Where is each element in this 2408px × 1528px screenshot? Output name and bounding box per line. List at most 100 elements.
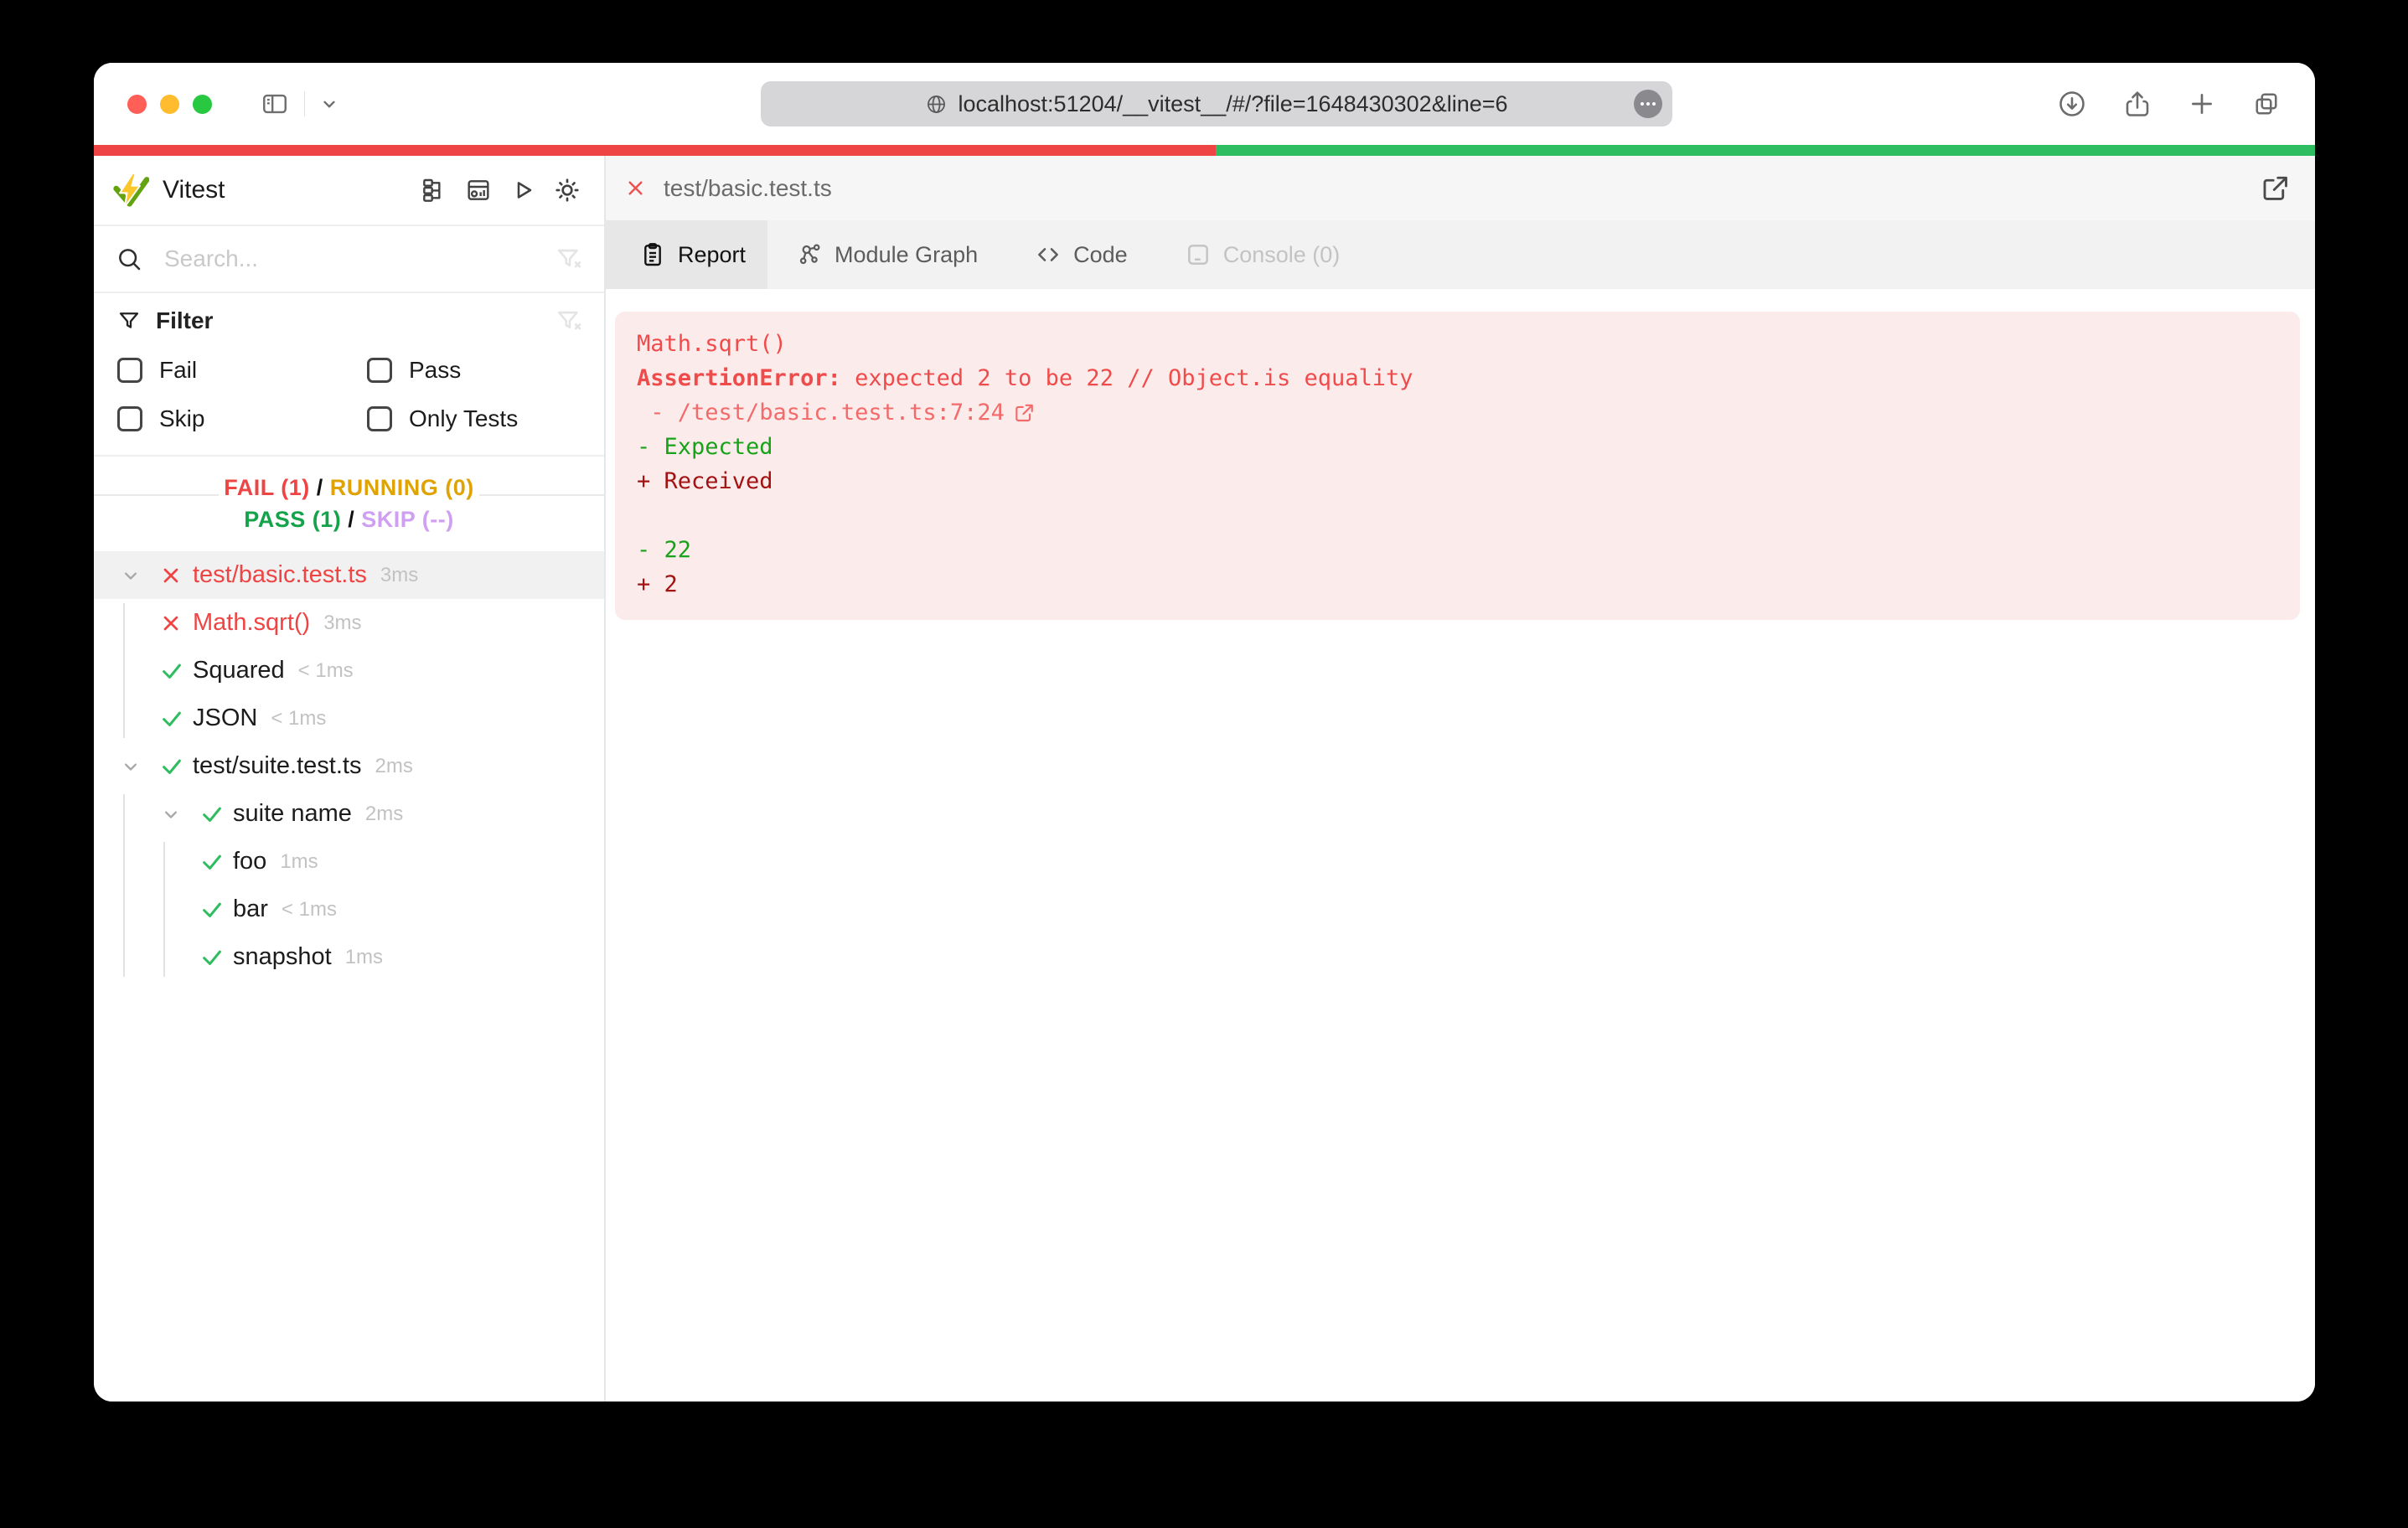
running-count: RUNNING (0) — [329, 474, 474, 500]
stack-trace-line[interactable]: - /test/basic.test.ts:7:24 — [637, 395, 2278, 430]
tab-report[interactable]: Report — [606, 220, 768, 289]
diff-line: - Expected — [637, 434, 773, 460]
diff-line: + Received — [637, 468, 773, 494]
fail-x-icon — [159, 564, 184, 587]
console-icon — [1185, 241, 1212, 268]
checkbox-icon[interactable] — [117, 358, 142, 383]
tab-label: Console (0) — [1222, 241, 1341, 267]
titlebar-divider — [304, 91, 305, 116]
test-duration: < 1ms — [271, 706, 327, 730]
tree-row-math-sqrt[interactable]: Math.sqrt() 3ms — [94, 599, 604, 647]
expand-chevron-icon[interactable] — [119, 564, 159, 587]
checkbox-icon[interactable] — [367, 406, 392, 431]
pass-check-icon — [199, 849, 225, 875]
tree-row-test-suite-test-ts[interactable]: test/suite.test.ts 2ms — [94, 742, 604, 790]
zoom-window-button[interactable] — [193, 94, 212, 114]
address-bar[interactable]: localhost:51204/__vitest__/#/?file=16484… — [761, 81, 1672, 126]
expand-chevron-icon[interactable] — [159, 803, 199, 826]
filter-icon — [117, 309, 141, 333]
expand-chevron-icon[interactable] — [119, 755, 159, 778]
fail-x-icon — [159, 612, 184, 635]
page-settings-icon[interactable] — [1634, 90, 1662, 118]
new-tab-icon[interactable] — [2188, 90, 2216, 118]
checkbox-icon[interactable] — [117, 406, 142, 431]
test-label: Squared — [193, 657, 285, 684]
tree-row-bar[interactable]: bar < 1ms — [94, 885, 604, 933]
test-label: snapshot — [233, 943, 332, 970]
close-window-button[interactable] — [127, 94, 147, 114]
progress-pass-segment — [1215, 145, 2315, 156]
test-label: test/suite.test.ts — [193, 752, 362, 779]
pass-check-icon — [199, 945, 225, 970]
test-duration: 1ms — [344, 945, 384, 968]
vitest-logo-icon — [111, 171, 149, 209]
test-label: foo — [233, 848, 267, 875]
run-all-icon[interactable] — [510, 178, 535, 203]
report-content: Math.sqrt() AssertionError: expected 2 t… — [606, 289, 2315, 1402]
filter-checkbox-pass[interactable]: Pass — [367, 357, 584, 384]
open-in-editor-icon[interactable] — [2260, 173, 2290, 204]
sidebar-toggle-icon[interactable] — [259, 90, 291, 118]
test-label: JSON — [193, 705, 258, 731]
tab-code[interactable]: Code — [1006, 220, 1156, 289]
chevron-down-icon[interactable] — [318, 93, 340, 115]
checkbox-label: Pass — [409, 357, 462, 383]
tree-row-foo[interactable]: foo 1ms — [94, 838, 604, 885]
checkbox-icon[interactable] — [367, 358, 392, 383]
test-duration: 1ms — [280, 849, 318, 873]
skip-count: SKIP (--) — [361, 507, 454, 532]
tree-row-json[interactable]: JSON < 1ms — [94, 694, 604, 742]
checkbox-label: Fail — [159, 357, 198, 383]
test-label: bar — [233, 896, 268, 922]
test-label: Math.sqrt() — [193, 609, 311, 636]
assertion-error-message: AssertionError: expected 2 to be 22 // O… — [637, 365, 1413, 391]
search-input[interactable] — [164, 245, 555, 272]
show-tabs-icon[interactable] — [2251, 89, 2281, 119]
desktop-background: localhost:51204/__vitest__/#/?file=16484… — [0, 0, 2408, 1528]
fail-count: FAIL (1) — [224, 474, 310, 500]
theme-toggle-icon[interactable] — [554, 177, 581, 204]
tree-indent-guide — [123, 603, 125, 738]
diff-line: + 2 — [637, 571, 678, 597]
test-duration: < 1ms — [297, 658, 354, 682]
failed-test-name: Math.sqrt() — [637, 331, 787, 357]
tree-indent-guide — [123, 794, 125, 977]
dashboard-icon[interactable] — [465, 177, 492, 204]
downloads-icon[interactable] — [2057, 89, 2087, 119]
clear-search-filter-icon[interactable] — [555, 245, 584, 273]
pass-check-icon — [159, 658, 184, 684]
filter-checkbox-fail[interactable]: Fail — [117, 357, 367, 384]
share-icon[interactable] — [2122, 89, 2152, 119]
search-icon — [116, 245, 142, 272]
test-stats: FAIL (1) / RUNNING (0) PASS (1) / SKIP (--) — [94, 457, 604, 551]
graph-icon — [796, 241, 823, 268]
browser-window: localhost:51204/__vitest__/#/?file=16484… — [94, 63, 2315, 1402]
tab-label: Module Graph — [835, 241, 979, 267]
diff-block: - Expected + Received - 22 + 2 — [637, 430, 2278, 601]
filter-checkbox-only-tests[interactable]: Only Tests — [367, 405, 584, 432]
diff-line — [637, 498, 2278, 533]
tree-view-icon[interactable] — [420, 177, 447, 204]
tree-row-snapshot[interactable]: snapshot 1ms — [94, 933, 604, 981]
code-icon — [1035, 241, 1062, 268]
tree-row-suite-name[interactable]: suite name 2ms — [94, 790, 604, 838]
checkbox-label: Only Tests — [409, 405, 519, 431]
tab-module-graph[interactable]: Module Graph — [767, 220, 1006, 289]
tab-label: Report — [678, 241, 747, 267]
tree-row-squared[interactable]: Squared < 1ms — [94, 647, 604, 694]
pass-check-icon — [199, 897, 225, 922]
traffic-lights — [127, 94, 212, 114]
fail-x-icon — [624, 177, 647, 199]
app-title: Vitest — [163, 176, 225, 204]
url-text: localhost:51204/__vitest__/#/?file=16484… — [958, 90, 1508, 116]
progress-fail-segment — [94, 145, 1216, 156]
view-tabs: Report Module Graph Code Console (0) — [606, 220, 2315, 289]
clear-filters-icon[interactable] — [555, 307, 584, 335]
browser-titlebar: localhost:51204/__vitest__/#/?file=16484… — [94, 63, 2315, 145]
minimize-window-button[interactable] — [160, 94, 179, 114]
open-stack-in-editor-icon[interactable] — [1013, 402, 1035, 424]
filter-checkbox-skip[interactable]: Skip — [117, 405, 367, 432]
tree-row-test-basic-test-ts[interactable]: test/basic.test.ts 3ms — [94, 551, 604, 599]
test-duration: 2ms — [364, 802, 404, 825]
globe-icon — [925, 93, 948, 116]
